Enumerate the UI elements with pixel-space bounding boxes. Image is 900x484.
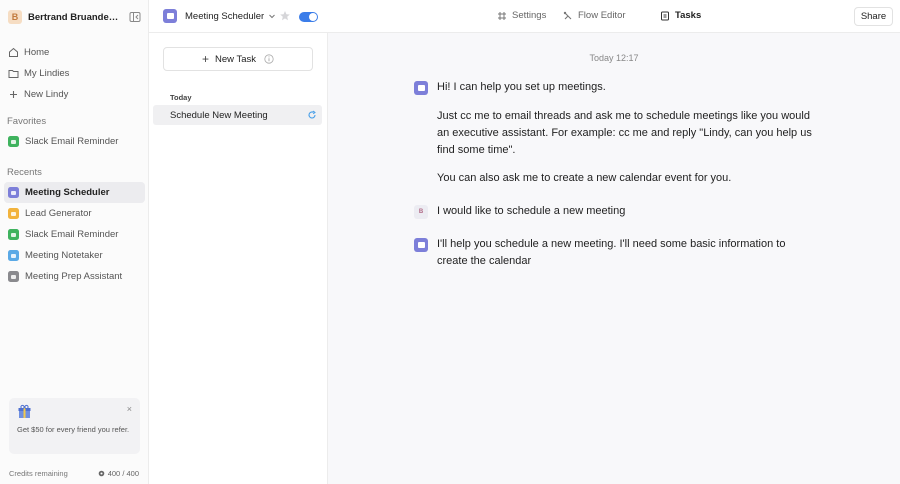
share-button[interactable]: Share — [854, 7, 893, 26]
favorites-list: Slack Email Reminder — [0, 131, 149, 152]
gift-icon — [18, 404, 31, 418]
recent-label: Meeting Notetaker — [25, 250, 103, 261]
favorites-heading: Favorites — [7, 116, 47, 127]
sidebar: B Bertrand Bruandet's... Home My Lindies… — [0, 0, 149, 484]
app-icon — [8, 229, 19, 240]
workspace-avatar: B — [8, 10, 22, 24]
workspace-switcher[interactable]: B Bertrand Bruandet's... — [8, 9, 144, 25]
recent-item-meeting-scheduler[interactable]: Meeting Scheduler — [4, 182, 145, 203]
tab-tasks[interactable]: Tasks — [660, 10, 701, 21]
message-text: Just cc me to email threads and ask me t… — [437, 110, 812, 156]
recents-list: Meeting Scheduler Lead Generator Slack E… — [0, 182, 149, 287]
info-icon[interactable] — [264, 54, 274, 64]
promo-text: Get $50 for every friend you refer. — [17, 425, 130, 434]
collapse-sidebar-icon[interactable] — [128, 10, 142, 24]
top-bar: Meeting Scheduler Settings Flow Editor T… — [149, 0, 900, 33]
agent-selector[interactable]: Meeting Scheduler — [163, 9, 276, 23]
message-text: Hi! I can help you set up meetings. — [437, 81, 606, 93]
recent-label: Meeting Scheduler — [25, 187, 110, 198]
message-text: You can also ask me to create a new cale… — [437, 172, 732, 184]
nav-label: Home — [24, 47, 50, 58]
nav-home[interactable]: Home — [0, 42, 149, 63]
favorite-label: Slack Email Reminder — [25, 136, 119, 147]
chevron-down-icon — [269, 14, 276, 19]
task-group-label: Today — [170, 93, 192, 102]
new-task-label: New Task — [215, 53, 257, 65]
recent-label: Lead Generator — [25, 208, 92, 219]
recent-item-lead-generator[interactable]: Lead Generator — [0, 203, 149, 224]
folder-icon — [8, 68, 19, 79]
main-nav: Home My Lindies New Lindy — [0, 42, 149, 105]
task-list-panel: + New Task Today Schedule New Meeting — [149, 33, 328, 484]
nav-label: My Lindies — [24, 68, 70, 79]
star-icon[interactable] — [279, 10, 291, 22]
close-promo-icon[interactable]: × — [127, 404, 132, 414]
recent-item-slack-email-reminder[interactable]: Slack Email Reminder — [0, 224, 149, 245]
agent-name: Meeting Scheduler — [185, 10, 265, 22]
refresh-icon — [308, 110, 316, 119]
app-icon — [8, 136, 19, 147]
app-icon — [8, 271, 19, 282]
tab-label: Tasks — [675, 10, 702, 21]
recent-item-meeting-notetaker[interactable]: Meeting Notetaker — [0, 245, 149, 266]
settings-grid-icon — [498, 11, 506, 20]
chat-panel: Today 12:17 Hi! I can help you set up me… — [328, 33, 900, 484]
message-text: I'll help you schedule a new meeting. I'… — [437, 238, 786, 267]
favorite-item-slack-email-reminder[interactable]: Slack Email Reminder — [0, 131, 149, 152]
task-label: Schedule New Meeting — [170, 109, 268, 121]
referral-promo: × Get $50 for every friend you refer. — [9, 398, 140, 454]
message-text: I would like to schedule a new meeting — [437, 205, 626, 217]
nav-my-lindies[interactable]: My Lindies — [0, 63, 149, 84]
task-item[interactable]: Schedule New Meeting — [153, 105, 322, 125]
tab-settings[interactable]: Settings — [497, 10, 546, 21]
tab-label: Settings — [512, 10, 547, 21]
tab-flow-editor[interactable]: Flow Editor — [563, 10, 626, 21]
chat-timestamp: Today 12:17 — [589, 53, 639, 63]
workspace-name: Bertrand Bruandet's... — [28, 11, 120, 23]
recent-label: Meeting Prep Assistant — [25, 271, 123, 282]
credits-count: 400 / 400 — [107, 469, 139, 478]
agent-enabled-toggle[interactable] — [299, 12, 318, 22]
recents-heading: Recents — [7, 167, 42, 178]
home-icon — [8, 47, 19, 58]
credits-icon — [98, 470, 105, 477]
app-icon — [8, 187, 19, 198]
credits-value: 400 / 400 — [98, 469, 139, 478]
tasks-icon — [661, 11, 669, 20]
nav-new-lindy[interactable]: New Lindy — [0, 84, 149, 105]
app-icon — [8, 208, 19, 219]
credits-label: Credits remaining — [9, 469, 68, 478]
agent-app-icon — [163, 9, 177, 23]
user-avatar: B — [414, 205, 428, 219]
agent-avatar — [414, 81, 428, 95]
plus-icon: + — [201, 52, 209, 66]
tab-label: Flow Editor — [578, 10, 626, 21]
flow-icon — [563, 11, 572, 19]
nav-label: New Lindy — [24, 89, 69, 100]
plus-icon — [8, 89, 19, 100]
new-task-button[interactable]: + New Task — [163, 47, 313, 71]
agent-avatar — [414, 238, 428, 252]
app-icon — [8, 250, 19, 261]
recent-label: Slack Email Reminder — [25, 229, 119, 240]
recent-item-meeting-prep-assistant[interactable]: Meeting Prep Assistant — [0, 266, 149, 287]
